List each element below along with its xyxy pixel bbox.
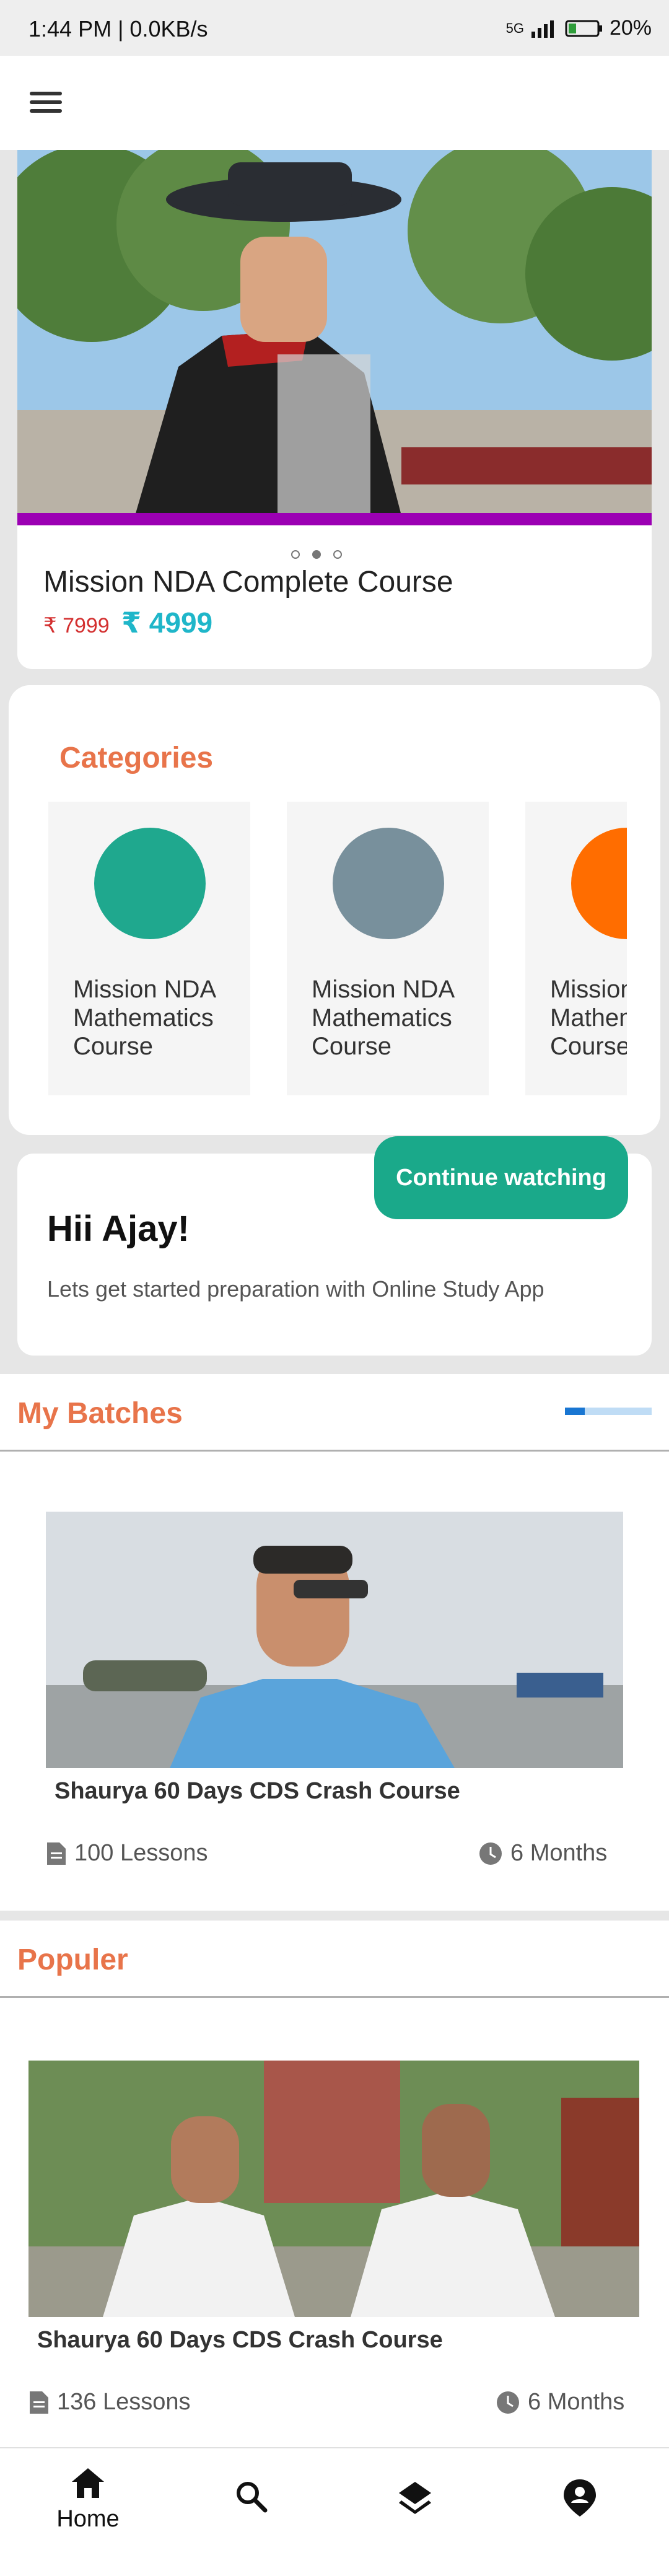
popular-course-card[interactable]: Shaurya 60 Days CDS Crash Course	[28, 2061, 639, 2370]
my-batches-title: My Batches	[17, 1397, 183, 1430]
nav-profile[interactable]	[543, 2478, 617, 2521]
batch-course-title: Shaurya 60 Days CDS Crash Course	[55, 1778, 460, 1804]
batch-duration: 6 Months	[478, 1840, 607, 1867]
nav-home[interactable]: Home	[51, 2466, 125, 2533]
nav-search[interactable]	[214, 2479, 289, 2517]
network-label: 5G	[505, 20, 524, 36]
app-bar	[0, 56, 669, 150]
status-indicators: 5G 20%	[506, 16, 652, 40]
featured-course-title: Mission NDA Complete Course	[43, 566, 453, 598]
greeting-title: Hii Ajay!	[47, 1209, 190, 1249]
popular-duration-value: 6 Months	[528, 2389, 625, 2415]
search-icon	[237, 2482, 268, 2513]
section-gap	[0, 1911, 669, 1921]
battery-level: 20%	[609, 16, 652, 40]
nav-home-label: Home	[56, 2506, 120, 2532]
category-label: Mission NDA Mathematics Course	[312, 976, 453, 1060]
batch-lessons: 100 Lessons	[46, 1840, 208, 1867]
nav-courses[interactable]	[378, 2479, 452, 2520]
carousel-dot[interactable]	[291, 550, 300, 559]
popular-course-image	[28, 2061, 639, 2317]
popular-lessons: 136 Lessons	[28, 2389, 191, 2416]
batch-course-card[interactable]: Shaurya 60 Days CDS Crash Course	[46, 1512, 623, 1821]
category-label: Mission NDA Mathematics Course	[550, 976, 627, 1060]
discounted-price: ₹ 4999	[121, 607, 213, 639]
category-item[interactable]: Mission NDA Mathematics Course	[48, 802, 250, 1095]
greeting-subtitle: Lets get started preparation with Online…	[47, 1276, 544, 1302]
signal-icon	[531, 20, 554, 38]
category-label: Mission NDA Mathematics Course	[73, 976, 215, 1060]
continue-watching-button[interactable]: Continue watching	[374, 1136, 628, 1219]
clock-icon	[479, 1842, 502, 1865]
category-item[interactable]: Mission NDA Mathematics Course	[287, 802, 489, 1095]
layers-icon	[399, 2482, 431, 2514]
featured-course-image	[17, 150, 652, 515]
category-icon	[94, 828, 206, 939]
section-divider	[0, 1996, 669, 1998]
categories-title: Categories	[59, 742, 214, 774]
batch-course-image	[46, 1512, 623, 1768]
original-price: ₹ 7999	[43, 614, 110, 637]
featured-accent-bar	[17, 513, 652, 525]
category-item[interactable]: Mission NDA Mathematics Course	[525, 802, 627, 1095]
batch-duration-value: 6 Months	[510, 1840, 608, 1866]
document-icon	[30, 2391, 48, 2414]
clock-icon	[497, 2391, 519, 2414]
carousel-dot[interactable]	[333, 550, 342, 559]
batch-lessons-count: 100 Lessons	[74, 1840, 208, 1866]
carousel-dot-active[interactable]	[312, 550, 321, 559]
popular-title: Populer	[17, 1943, 128, 1976]
section-divider	[0, 1450, 669, 1452]
category-icon	[333, 828, 444, 939]
carousel-indicator[interactable]	[291, 550, 342, 559]
status-time: 1:44 PM | 0.0KB/s	[28, 16, 208, 42]
home-icon	[72, 2468, 104, 2498]
battery-icon	[565, 20, 602, 37]
menu-icon[interactable]	[24, 81, 73, 124]
popular-lessons-count: 136 Lessons	[57, 2389, 191, 2415]
popular-course-title: Shaurya 60 Days CDS Crash Course	[37, 2327, 443, 2353]
account-icon	[564, 2479, 596, 2517]
popular-duration: 6 Months	[496, 2389, 624, 2416]
document-icon	[47, 1842, 66, 1865]
category-icon	[571, 828, 627, 939]
scroll-indicator-thumb	[565, 1408, 585, 1415]
categories-list[interactable]: Mission NDA Mathematics Course Mission N…	[48, 802, 627, 1095]
